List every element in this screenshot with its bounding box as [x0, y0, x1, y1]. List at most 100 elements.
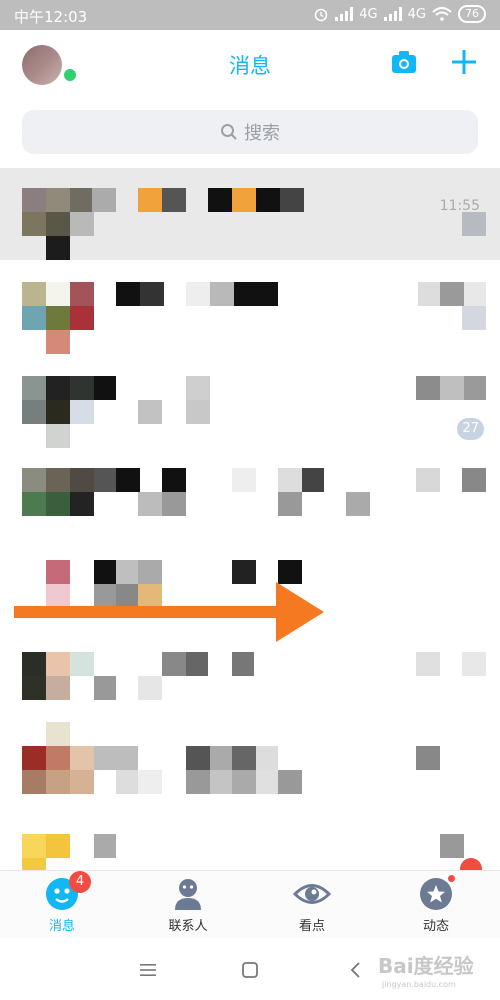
avatar-pixel	[46, 306, 70, 330]
tab-moments[interactable]: 动态	[386, 873, 486, 939]
header: 消息	[0, 30, 500, 102]
network-type-2: 4G	[407, 6, 426, 22]
message-blur	[138, 492, 162, 516]
message-blur	[256, 770, 278, 794]
status-bar: 中午12:03 4G 4G 76	[0, 0, 500, 30]
avatar-pixel	[94, 676, 116, 700]
conversation-list[interactable]: 11:55 27	[0, 168, 500, 870]
avatar-pixel	[22, 282, 46, 306]
avatar-pixel	[46, 770, 70, 794]
avatar-pixel	[22, 746, 46, 770]
tab-bar: 4 消息 联系人 看点 动态	[0, 870, 500, 938]
name-blur	[256, 746, 278, 770]
message-blur	[278, 770, 302, 794]
avatar-pixel	[46, 652, 70, 676]
name-blur	[186, 376, 210, 400]
tab-label: 动态	[422, 919, 449, 934]
tab-label: 联系人	[168, 919, 208, 934]
avatar-pixel	[46, 560, 70, 584]
name-blur	[162, 652, 186, 676]
avatar-pixel	[70, 746, 94, 770]
message-blur	[210, 770, 232, 794]
conversation-item[interactable]	[0, 720, 500, 812]
avatar-pixel	[46, 236, 70, 260]
wifi-icon	[432, 7, 452, 21]
avatar-pixel	[92, 188, 116, 212]
avatar-pixel	[70, 652, 94, 676]
message-blur	[346, 492, 370, 516]
avatar-pixel	[70, 770, 94, 794]
avatar-pixel	[46, 492, 70, 516]
conversation-item[interactable]: 11:55	[0, 168, 500, 260]
avatar-pixel	[46, 330, 70, 354]
contact-person-icon	[171, 877, 205, 911]
eye-icon	[292, 877, 332, 911]
name-blur	[138, 188, 162, 212]
tab-messages[interactable]: 4 消息	[12, 871, 112, 939]
conversation-item[interactable]	[0, 444, 500, 536]
name-blur	[116, 560, 138, 584]
watermark-subtext: jingyan.baidu.com	[382, 980, 456, 989]
search-bar[interactable]: 搜索	[22, 110, 478, 154]
conversation-time: 11:55	[439, 198, 480, 214]
tab-label: 看点	[298, 919, 325, 934]
camera-icon[interactable]	[390, 48, 418, 76]
name-blur	[278, 560, 302, 584]
conversation-item[interactable]: 27	[0, 352, 500, 448]
name-blur	[162, 188, 186, 212]
time-blur	[416, 652, 440, 676]
message-blur	[278, 492, 302, 516]
unread-count-badge: 27	[457, 418, 484, 440]
name-blur	[278, 468, 302, 492]
name-blur	[162, 468, 186, 492]
message-blur	[162, 492, 186, 516]
avatar-pixel	[70, 492, 94, 516]
conversation-item[interactable]	[0, 812, 500, 870]
conversation-item[interactable]	[0, 260, 500, 354]
message-blur	[186, 400, 210, 424]
tab-discover[interactable]: 看点	[262, 877, 362, 939]
name-blur	[94, 834, 116, 858]
watermark-text: Bai度经验	[378, 954, 474, 978]
name-blur	[256, 188, 280, 212]
avatar-pixel	[22, 492, 46, 516]
search-icon	[221, 124, 237, 140]
avatar-pixel	[70, 468, 94, 492]
name-blur	[232, 468, 256, 492]
status-icons: 4G 4G 76	[313, 5, 486, 23]
message-blur	[138, 676, 162, 700]
avatar-pixel	[46, 282, 70, 306]
avatar-pixel	[46, 212, 70, 236]
page-title: 消息	[229, 54, 271, 78]
avatar-pixel	[46, 468, 70, 492]
unread-badge: 4	[69, 871, 91, 893]
star-icon	[419, 873, 457, 911]
time-blur	[462, 468, 486, 492]
time-blur	[462, 652, 486, 676]
back-icon[interactable]	[344, 958, 368, 982]
name-blur	[140, 282, 164, 306]
name-blur	[232, 652, 254, 676]
avatar-pixel	[70, 188, 94, 212]
network-type-1: 4G	[359, 6, 378, 22]
menu-icon[interactable]	[136, 958, 160, 982]
avatar-pixel	[46, 746, 70, 770]
avatar-pixel	[22, 468, 46, 492]
message-blur	[116, 770, 138, 794]
battery-icon: 76	[458, 5, 486, 23]
name-blur	[232, 188, 256, 212]
avatar	[22, 188, 46, 212]
signal-icon	[335, 7, 354, 21]
plus-icon[interactable]	[450, 48, 478, 76]
avatar-pixel	[46, 188, 70, 212]
home-square-icon[interactable]	[238, 958, 262, 982]
time-blur	[440, 282, 464, 306]
name-blur	[186, 652, 208, 676]
time-blur	[464, 282, 486, 306]
avatar-pixel	[70, 400, 94, 424]
avatar-pixel	[70, 676, 94, 700]
avatar-pixel	[22, 306, 46, 330]
chat-face-icon: 4	[45, 871, 91, 911]
tab-contacts[interactable]: 联系人	[138, 877, 238, 939]
notification-dot	[446, 873, 457, 884]
